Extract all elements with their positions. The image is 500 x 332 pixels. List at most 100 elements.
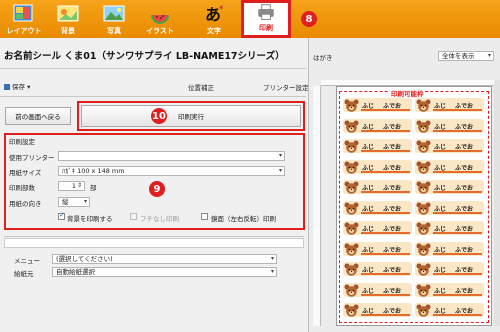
toolbar-text-button[interactable]: あ 文字 (192, 0, 236, 38)
view-mode-select[interactable]: 全体を表示 ▾ (438, 51, 494, 61)
paper-size-label: 用紙サイズ (9, 169, 42, 177)
bear-icon (344, 284, 359, 297)
menu-label: メニュー (14, 257, 40, 265)
photo-icon (103, 5, 125, 22)
main-toolbar: レイアウト 背景 写真 イラスト あ 文字 印刷 8 (0, 0, 500, 38)
bear-icon (344, 243, 359, 256)
printer-label: 使用プリンター (9, 154, 55, 162)
text-icon: あ (205, 5, 223, 24)
toolbar-photo-button[interactable]: 写真 (92, 0, 136, 38)
sticker-underline (361, 191, 410, 193)
divider (4, 236, 304, 237)
chevron-down-icon: ▾ (278, 167, 282, 174)
sticker-underline (433, 232, 482, 234)
save-menu[interactable]: 保存 ▾ (4, 81, 30, 91)
toolbar-photo-label: 写真 (107, 27, 121, 35)
sticker-underline (433, 293, 482, 296)
toolbar-layout-button[interactable]: レイアウト (2, 0, 46, 38)
message-area (4, 238, 304, 248)
orientation-select[interactable]: 縦 ▾ (58, 197, 90, 207)
layout-icon (13, 4, 33, 22)
chevron-down-icon: ▾ (83, 198, 87, 205)
bear-icon (416, 304, 431, 317)
divider (0, 68, 306, 69)
bear-icon (344, 140, 359, 153)
callout-badge-8: 8 (301, 11, 317, 27)
toolbar-print-label: 印刷 (259, 24, 273, 32)
paper-feed-label: 給紙元 (14, 270, 34, 278)
vertical-ruler (313, 86, 321, 326)
bear-icon (344, 161, 359, 174)
callout-badge-9: 9 (149, 181, 165, 197)
printable-area-label: 印刷可能枠 (390, 88, 425, 98)
print-execute-button[interactable]: 印刷実行 (81, 105, 301, 127)
copies-stepper[interactable]: 1 ⇕ (58, 181, 85, 191)
printer-settings-link[interactable]: プリンター設定 (263, 82, 309, 92)
mirror-print-checkbox[interactable] (201, 213, 208, 220)
callout-badge-10: 10 (151, 108, 167, 124)
toolbar-illustration-label: イラスト (146, 27, 174, 35)
bear-icon (344, 120, 359, 133)
sticker-underline (361, 211, 410, 214)
copies-unit: 部 (90, 184, 97, 192)
chevron-down-icon: ▾ (487, 52, 491, 59)
bear-icon (416, 284, 431, 297)
sticker-underline (361, 150, 410, 152)
sticker-underline (433, 129, 482, 132)
bear-icon (416, 263, 431, 276)
document-title: お名前シール くま01（サンワサプライ LB-NAME17シリーズ） (4, 51, 285, 62)
bear-icon (344, 222, 359, 235)
printer-select[interactable]: ▾ (58, 151, 285, 161)
background-icon (57, 5, 79, 22)
sticker-underline (433, 211, 482, 214)
bear-icon (416, 243, 431, 256)
sticker-underline (433, 273, 482, 275)
paper-feed-value: 自動給紙選択 (56, 268, 95, 276)
sticker-underline (361, 170, 410, 173)
copies-label: 印刷部数 (9, 184, 35, 192)
sticker-underline (433, 191, 482, 193)
chevron-down-icon: ▾ (278, 152, 282, 159)
borderless-checkbox[interactable] (130, 213, 137, 220)
toolbar-print-button[interactable]: 印刷 (241, 0, 291, 38)
bear-icon (416, 140, 431, 153)
sticker-underline (361, 252, 410, 255)
chevron-down-icon: ▾ (270, 255, 274, 262)
bear-icon (344, 181, 359, 194)
menu-select[interactable]: (選択してください) ▾ (52, 254, 277, 264)
toolbar-background-button[interactable]: 背景 (46, 0, 90, 38)
chevron-down-icon: ▾ (270, 268, 274, 275)
paper-size-value: ﾊｶﾞｷ 100 x 148 mm (62, 167, 125, 175)
stepper-arrows-icon[interactable]: ⇕ (77, 182, 82, 190)
sticker-underline (433, 170, 482, 173)
save-label: 保存 (12, 83, 25, 91)
orientation-value: 縦 (62, 198, 69, 206)
toolbar-illustration-button[interactable]: イラスト (138, 0, 182, 38)
view-mode-value: 全体を表示 (442, 52, 475, 60)
print-background-checkbox[interactable]: ✓ (58, 211, 65, 220)
sticker-underline (361, 129, 410, 132)
paper-size-select[interactable]: ﾊｶﾞｷ 100 x 148 mm ▾ (58, 166, 285, 176)
bear-icon (416, 99, 431, 112)
svg-text:あ: あ (205, 5, 221, 24)
checkmark-icon: ✓ (59, 211, 65, 219)
borderless-label: フチなし印刷 (140, 215, 179, 223)
paper-type-label: はがき (313, 54, 333, 62)
back-button[interactable]: 前の画面へ戻る (5, 107, 71, 125)
chevron-down-icon: ▾ (27, 83, 31, 91)
mirror-print-label: 鏡面（左右反転）印刷 (211, 215, 276, 223)
sticker-underline (433, 252, 482, 255)
bear-icon (416, 202, 431, 215)
print-settings-heading: 印刷設定 (9, 138, 35, 146)
position-adjust-link[interactable]: 位置補正 (188, 82, 214, 92)
bear-icon (344, 202, 359, 215)
paper-feed-select[interactable]: 自動給紙選択 ▾ (52, 267, 277, 277)
sticker-underline (433, 314, 482, 316)
vertical-scrollbar[interactable] (494, 80, 500, 326)
sticker-underline (361, 109, 410, 111)
bear-icon (416, 161, 431, 174)
sticker-underline (361, 293, 410, 296)
orientation-label: 用紙の向き (9, 200, 42, 208)
save-icon (4, 84, 10, 90)
menu-select-value: (選択してください) (56, 255, 113, 263)
